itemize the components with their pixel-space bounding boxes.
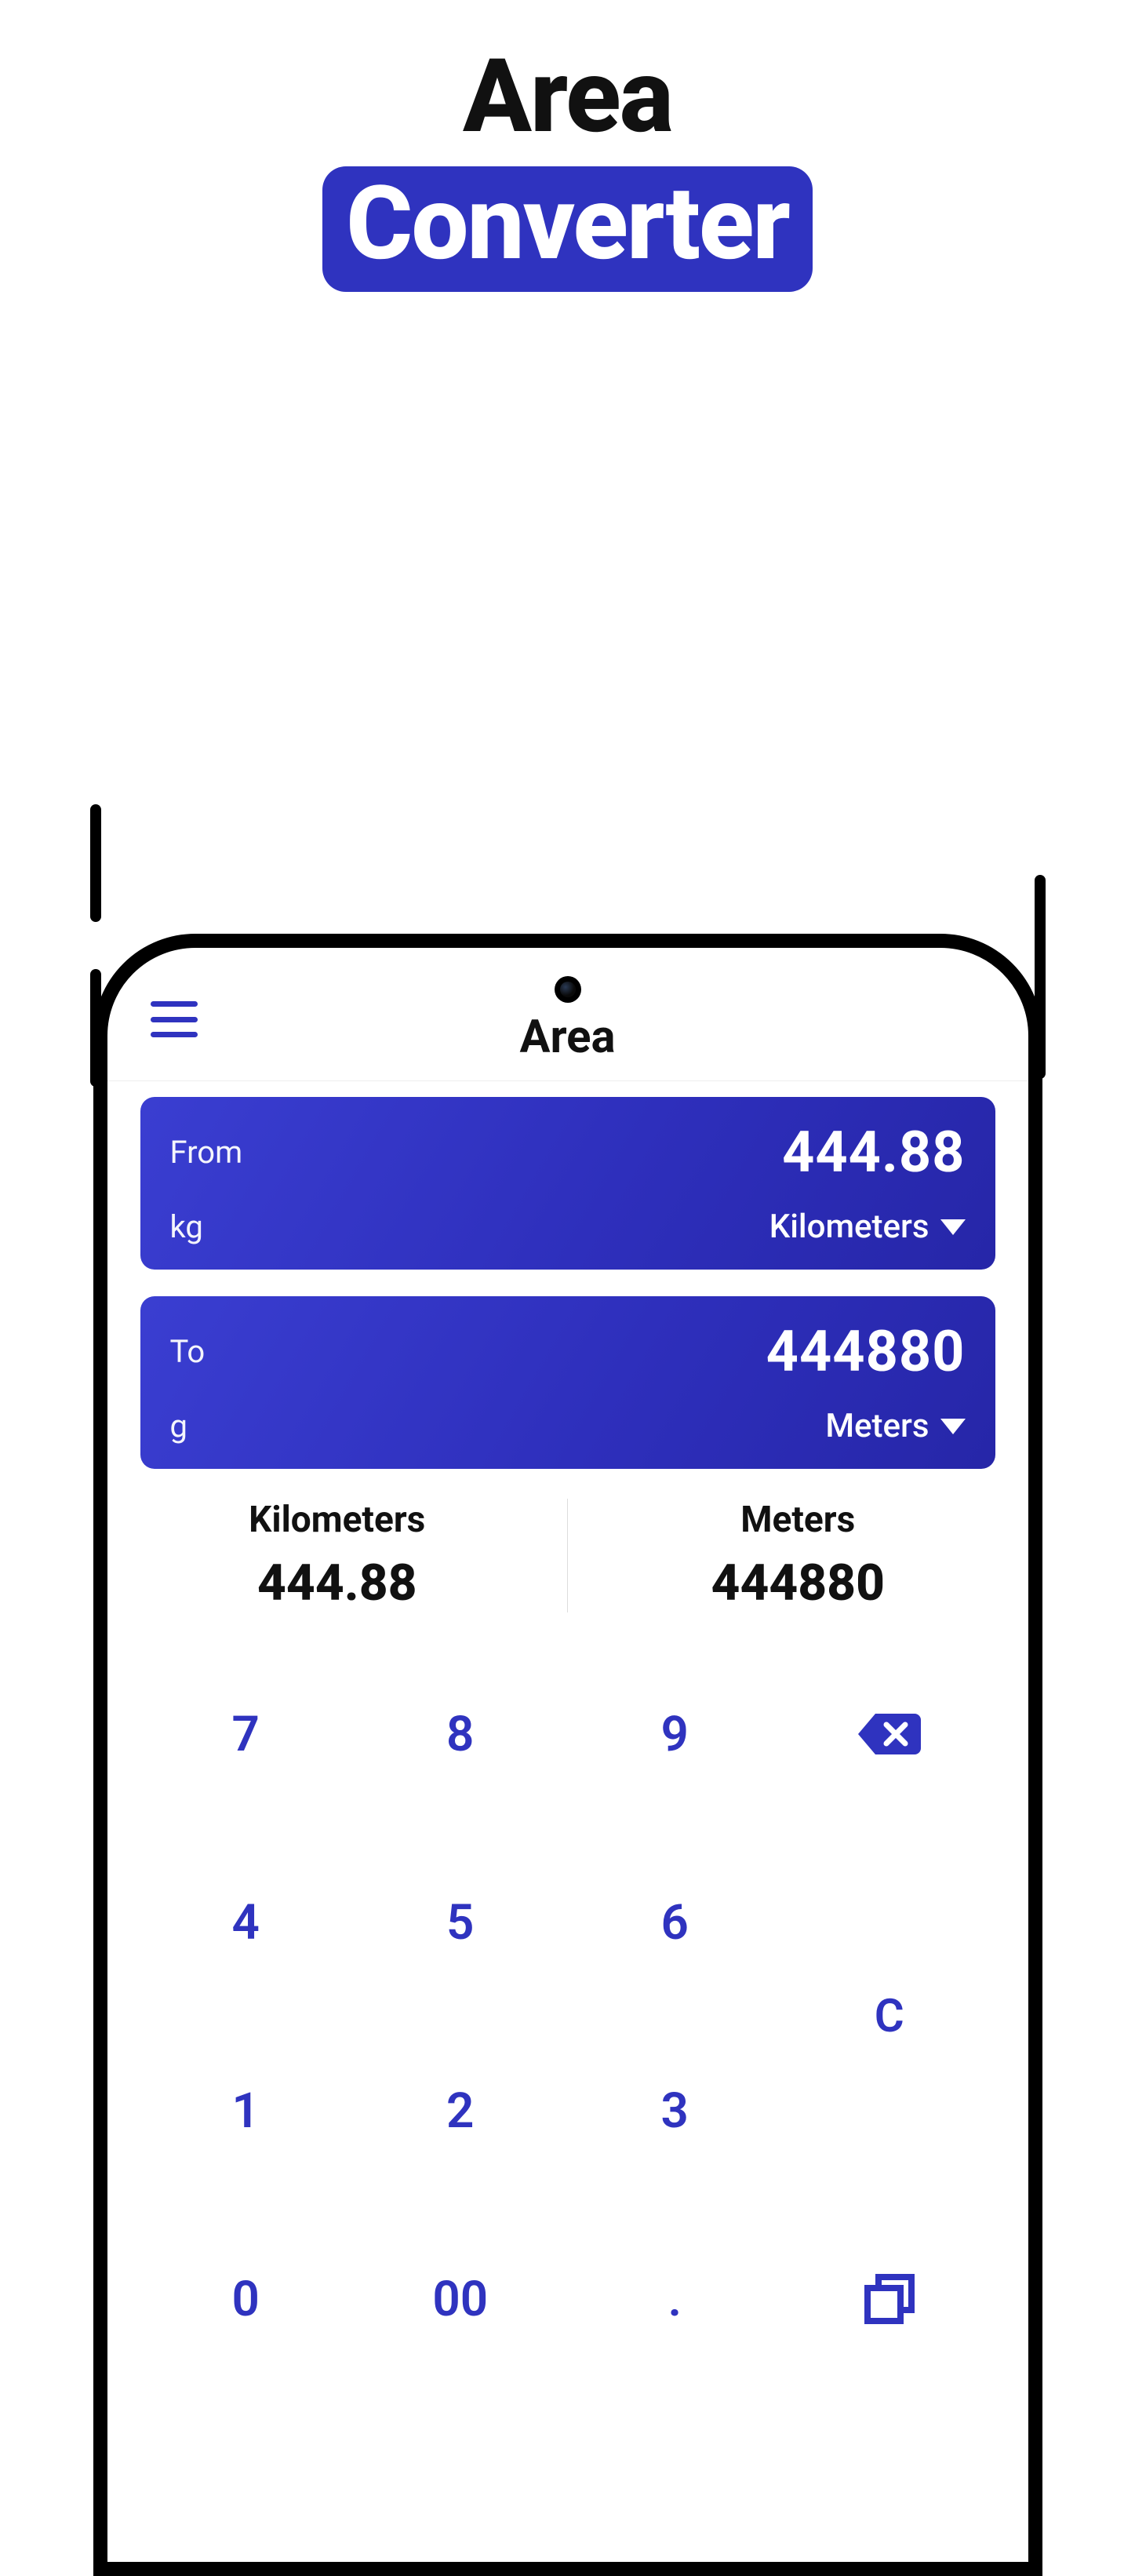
summary-left-label: Kilometers <box>123 1499 552 1541</box>
screen-title: Area <box>519 1011 615 1064</box>
key-4[interactable]: 4 <box>139 1895 354 1950</box>
to-unit-abbr: g <box>170 1408 187 1445</box>
summary-left: Kilometers 444.88 <box>107 1499 569 1612</box>
marketing-header: Area Converter <box>0 43 1135 292</box>
key-1[interactable]: 1 <box>139 2083 354 2138</box>
to-value: 444880 <box>766 1318 966 1385</box>
key-clear[interactable]: C <box>782 1989 997 2044</box>
to-label: To <box>170 1333 206 1370</box>
result-summary: Kilometers 444.88 Meters 444880 <box>107 1499 1028 1612</box>
summary-left-value: 444.88 <box>123 1554 552 1612</box>
from-unit-abbr: kg <box>170 1208 203 1245</box>
app-header: Area <box>107 948 1028 1081</box>
marketing-line2: Converter <box>346 173 789 275</box>
menu-icon[interactable] <box>151 1001 198 1037</box>
key-dot[interactable]: . <box>568 2272 783 2326</box>
key-5[interactable]: 5 <box>353 1895 568 1950</box>
key-3[interactable]: 3 <box>568 2083 783 2138</box>
to-card: To 444880 g Meters <box>140 1296 995 1469</box>
phone-frame-wrap: Area From 444.88 kg Kilometers To 444880 <box>93 467 1042 2109</box>
key-backspace[interactable] <box>782 1707 997 1762</box>
from-unit-dropdown[interactable]: Kilometers <box>769 1208 966 1246</box>
copy-icon <box>864 2274 915 2324</box>
from-unit-name: Kilometers <box>769 1208 929 1246</box>
summary-right-value: 444880 <box>584 1554 1013 1612</box>
phone-side-button <box>90 804 101 922</box>
summary-right: Meters 444880 <box>568 1499 1028 1612</box>
to-unit-dropdown[interactable]: Meters <box>825 1407 965 1445</box>
key-00[interactable]: 00 <box>353 2272 568 2326</box>
keypad: 7 8 9 4 5 6 C 1 2 3 0 00 . <box>107 1707 1028 2326</box>
from-card: From 444.88 kg Kilometers <box>140 1097 995 1270</box>
phone-frame: Area From 444.88 kg Kilometers To 444880 <box>93 934 1042 2576</box>
marketing-line1: Area <box>0 43 1135 151</box>
from-value[interactable]: 444.88 <box>782 1119 965 1186</box>
key-0[interactable]: 0 <box>139 2272 354 2326</box>
chevron-down-icon <box>940 1419 966 1434</box>
marketing-line2-box: Converter <box>322 166 813 292</box>
summary-right-label: Meters <box>584 1499 1013 1541</box>
key-copy[interactable] <box>782 2272 997 2326</box>
key-2[interactable]: 2 <box>353 2083 568 2138</box>
from-label: From <box>170 1134 243 1171</box>
chevron-down-icon <box>940 1219 966 1235</box>
to-unit-name: Meters <box>825 1407 929 1445</box>
key-8[interactable]: 8 <box>353 1707 568 1762</box>
key-6[interactable]: 6 <box>568 1895 783 1950</box>
key-7[interactable]: 7 <box>139 1707 354 1762</box>
key-9[interactable]: 9 <box>568 1707 783 1762</box>
backspace-icon <box>858 1714 921 1754</box>
